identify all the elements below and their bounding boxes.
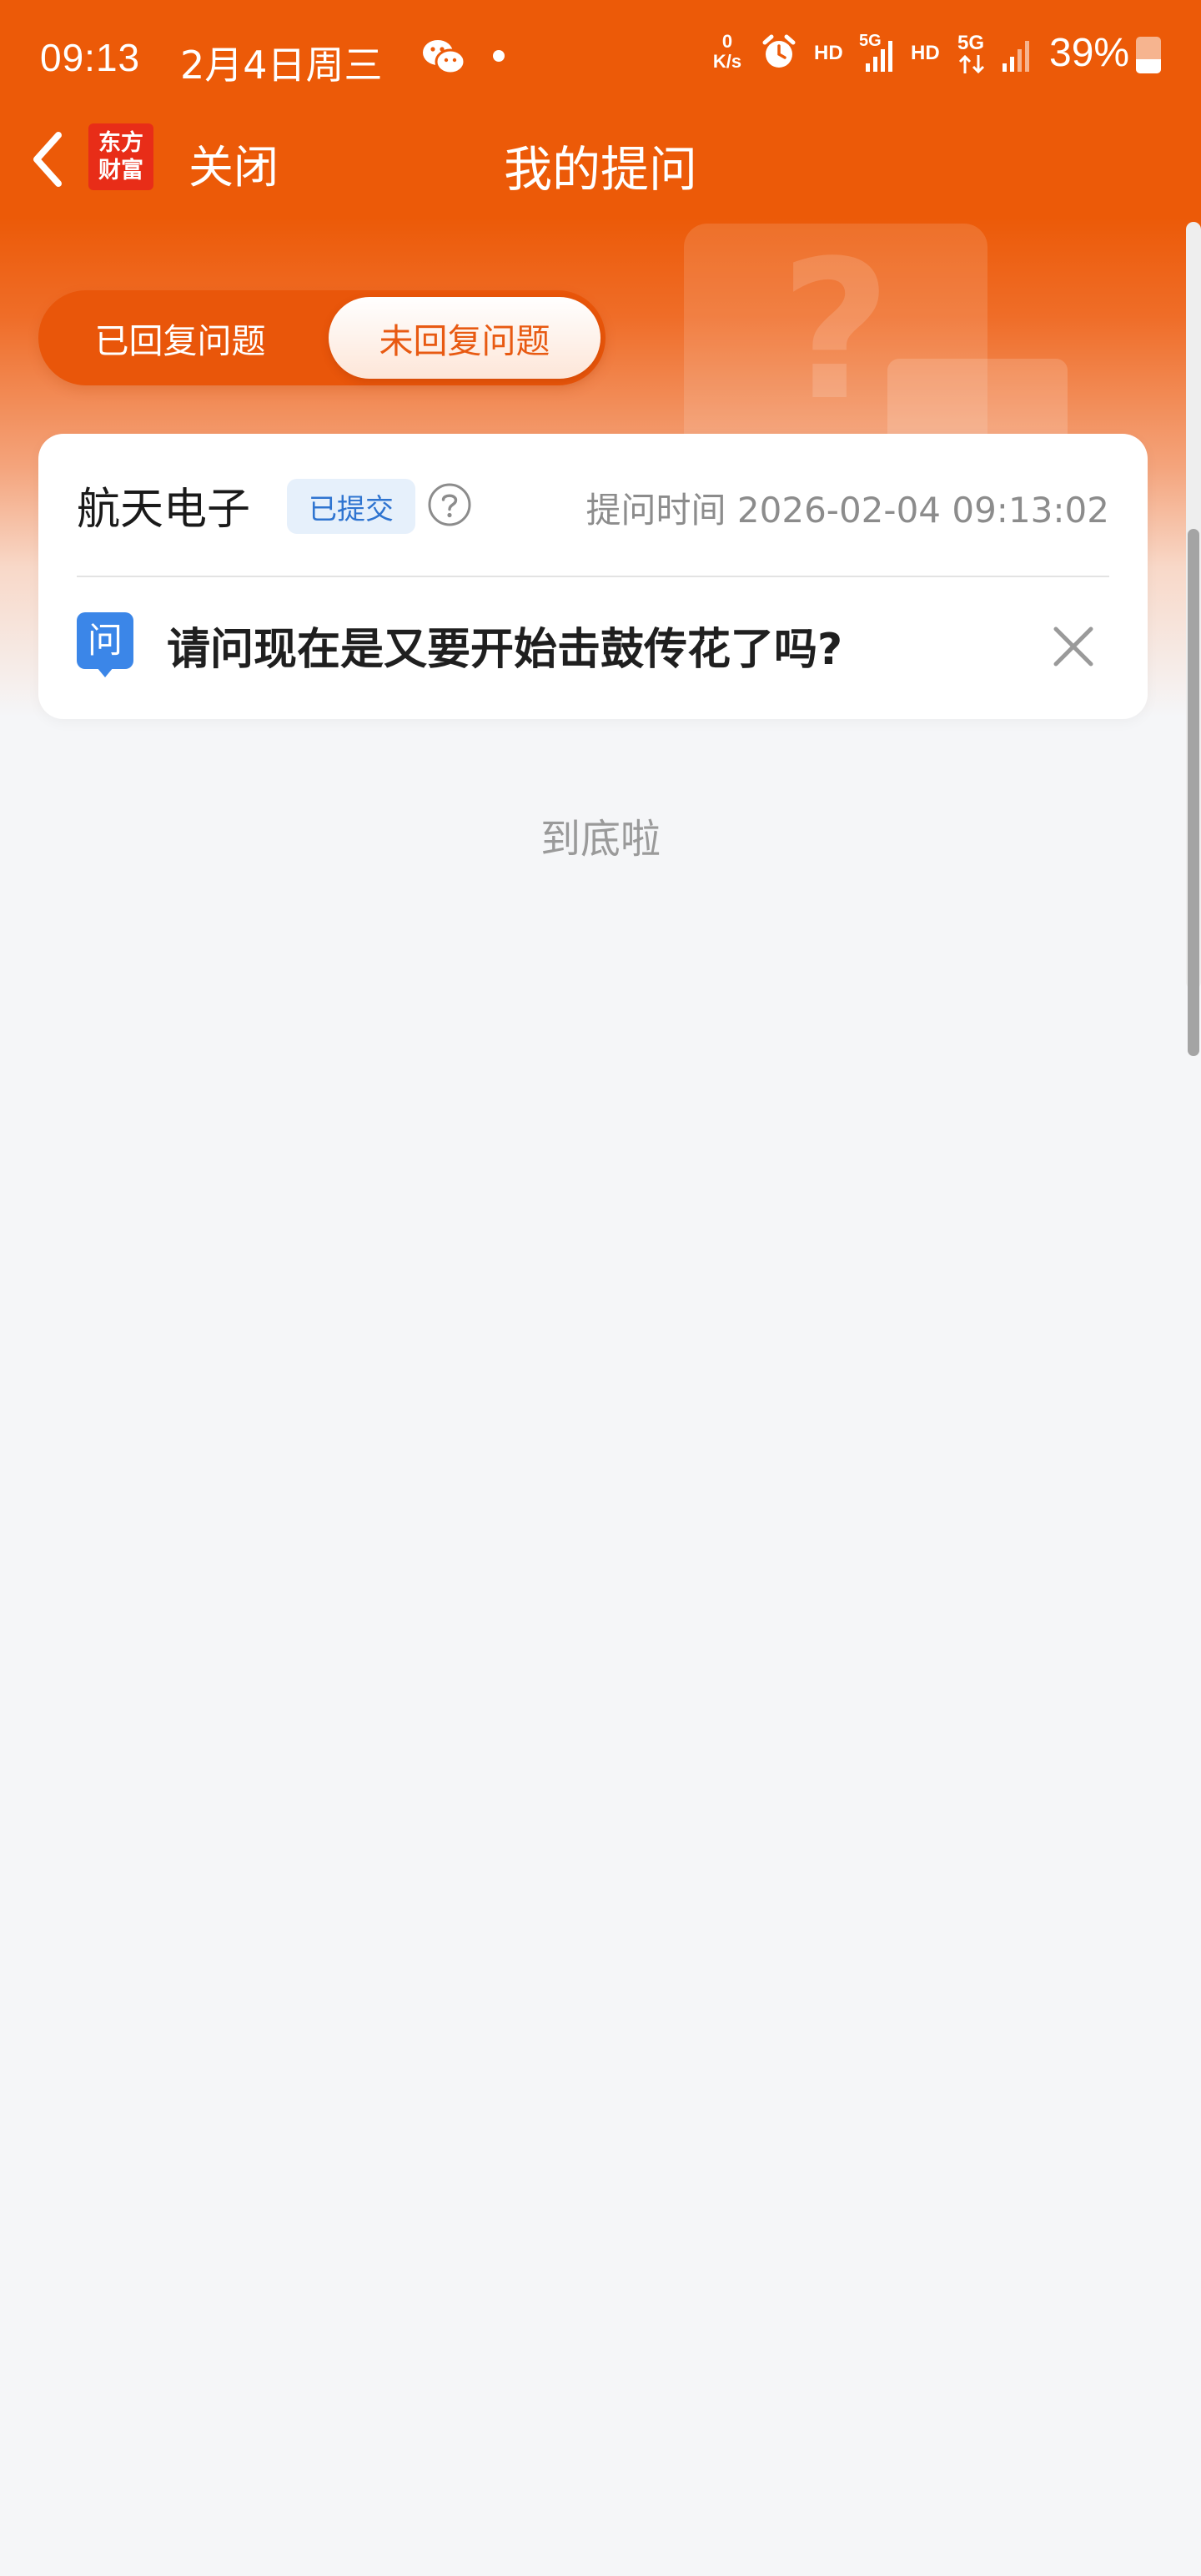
tab-replied-questions[interactable]: 已回复问题 <box>38 290 322 385</box>
signal-icon-2 <box>1003 41 1029 72</box>
card-divider <box>77 576 1109 577</box>
stock-name[interactable]: 航天电子 <box>77 474 250 536</box>
hd-label-1: HD <box>814 42 843 64</box>
navigation-bar: 东方 财富 关闭 我的提问 <box>0 113 1201 204</box>
ask-time-value: 2026-02-04 09:13:02 <box>736 490 1109 531</box>
status-time: 09:13 <box>40 36 141 79</box>
page-title: 我的提问 <box>503 141 697 198</box>
question-icon-char: 问 <box>88 620 123 661</box>
question-filter-tabs: 已回复问题 未回复问题 <box>38 290 606 385</box>
ask-time-label: 提问时间 <box>585 490 726 531</box>
tab-unreplied-questions[interactable]: 未回复问题 <box>329 297 600 379</box>
delete-question-icon[interactable] <box>1051 624 1096 669</box>
battery-icon <box>1136 37 1161 73</box>
signal-icon <box>866 41 892 72</box>
status-date: 2月4日周三 <box>180 43 383 88</box>
question-card[interactable]: 航天电子 已提交 提问时间 2026-02-04 09:13:02 问 请问现在… <box>38 434 1148 719</box>
network-speed-unit: K/s <box>712 51 742 72</box>
wechat-icon <box>423 40 466 75</box>
signal-5g-label-2: 5G <box>957 32 985 54</box>
ask-time: 提问时间 2026-02-04 09:13:02 <box>586 482 1109 533</box>
battery-fill <box>1136 58 1161 73</box>
notification-dot <box>493 50 505 62</box>
end-of-list-text: 到底啦 <box>540 816 661 863</box>
app-logo: 东方 财富 <box>88 123 153 190</box>
question-icon: 问 <box>77 612 133 677</box>
help-icon[interactable] <box>427 482 472 527</box>
data-arrows-icon <box>958 54 985 74</box>
app-logo-line2: 财富 <box>98 158 143 184</box>
app-logo-line1: 东方 <box>98 130 143 156</box>
back-arrow-icon[interactable] <box>18 122 85 197</box>
network-speed: 0 K/s <box>706 32 749 72</box>
scrollbar-thumb[interactable] <box>1188 529 1199 1056</box>
network-speed-value: 0 <box>721 31 733 52</box>
hd-label-2: HD <box>911 42 940 64</box>
status-badge: 已提交 <box>287 479 415 534</box>
scrollbar[interactable] <box>1186 222 1201 1056</box>
close-button[interactable]: 关闭 <box>188 130 279 196</box>
alarm-icon <box>762 34 796 68</box>
question-text[interactable]: 请问现在是又要开始击鼓传花了吗? <box>167 614 842 677</box>
battery-percent: 39% <box>1049 31 1130 75</box>
status-bar: 09:13 2月4日周三 0 K/s HD 5G HD 5G 39% <box>0 0 1201 113</box>
